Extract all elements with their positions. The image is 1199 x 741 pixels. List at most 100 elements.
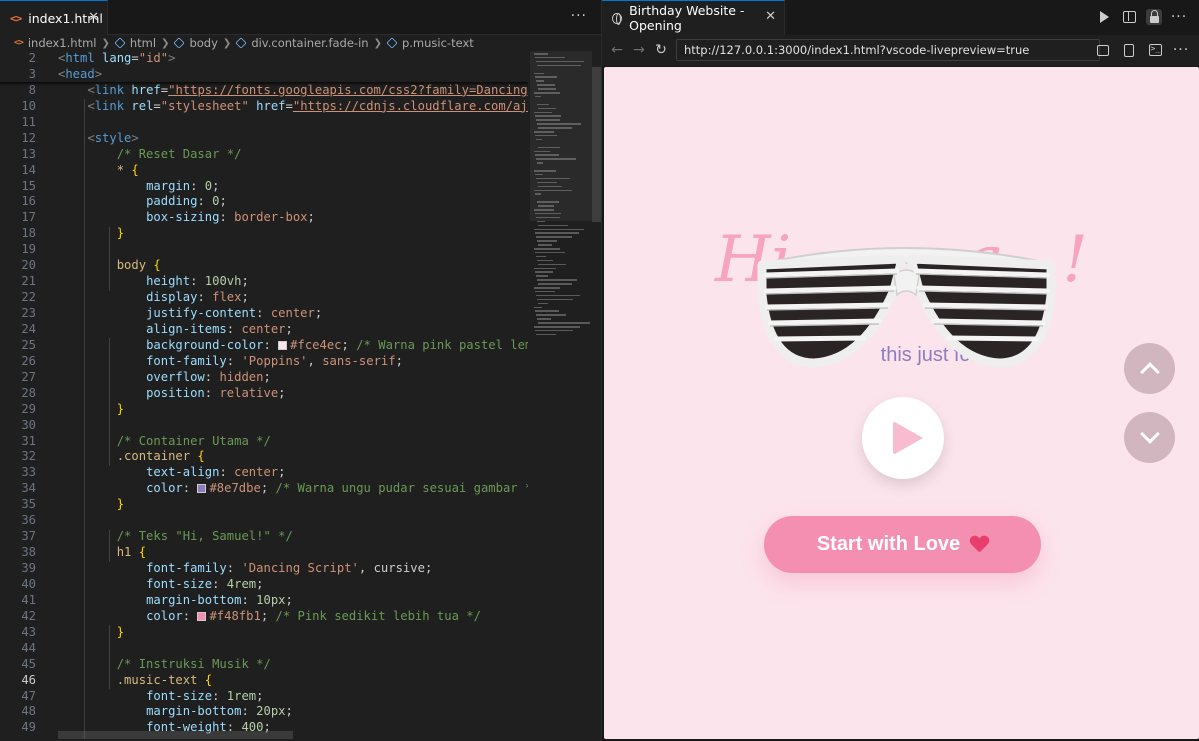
back-arrow-icon[interactable]: ←	[608, 41, 626, 59]
code-line: text-align: center;	[146, 465, 286, 480]
breadcrumb-file[interactable]: <> index1.html	[14, 36, 96, 50]
minimap-line	[534, 150, 550, 152]
chevron-right-icon: ❯	[161, 37, 170, 49]
heart-icon	[970, 536, 988, 553]
minimap-line	[534, 306, 542, 308]
minimap-line	[535, 134, 557, 137]
minimap-line	[535, 56, 565, 59]
forward-arrow-icon[interactable]: →	[630, 41, 648, 59]
minimap-line	[534, 228, 584, 230]
code-area[interactable]: 2 3 8 10 11 12 13 14 15 16 17 18 19 20 21 22 23 24 25 26 27 2…	[0, 51, 601, 741]
editor-tab-index1[interactable]: <> index1.html ✕	[0, 0, 108, 35]
lock-icon[interactable]	[1146, 9, 1162, 25]
minimap-line	[538, 146, 560, 149]
color-swatch[interactable]	[278, 340, 288, 350]
minimap-line	[538, 224, 568, 227]
split-icon[interactable]	[1121, 9, 1137, 25]
code-line: }	[116, 497, 125, 512]
minimap-line	[536, 80, 544, 82]
minimap-line	[538, 107, 556, 110]
browser-tab[interactable]: Birthday Website - Opening ✕	[602, 0, 785, 35]
horizontal-scrollbar[interactable]	[58, 731, 293, 739]
code-line: color: #f48fb1; /* Pink sedikit lebih tu…	[146, 608, 481, 623]
play-icon	[893, 421, 923, 455]
more-actions-icon[interactable]: ···	[1171, 9, 1187, 25]
line-number: 20	[21, 258, 36, 273]
terminal-icon[interactable]: >_	[1147, 42, 1163, 58]
minimap-line	[537, 103, 549, 106]
open-external-icon[interactable]	[1095, 42, 1111, 58]
close-icon[interactable]: ✕	[88, 10, 99, 25]
start-with-love-button[interactable]: Start with Love	[764, 516, 1041, 573]
line-number: 39	[21, 561, 36, 575]
line-number: 33	[21, 465, 36, 480]
line-number: 31	[21, 433, 36, 448]
minimap-line	[535, 95, 541, 98]
code-line: padding: 0;	[146, 194, 227, 209]
vertical-scrollbar[interactable]	[592, 51, 601, 741]
code-line: <link rel="stylesheet" href="https://cdn…	[87, 98, 528, 113]
minimap-line	[538, 244, 552, 246]
minimap-line	[538, 283, 572, 285]
document-icon[interactable]	[1121, 42, 1137, 58]
line-number: 29	[21, 401, 36, 416]
line-number: 26	[21, 353, 36, 368]
line-number: 30	[21, 417, 36, 432]
line-number: 37	[21, 529, 36, 544]
minimap-line	[535, 212, 561, 215]
color-swatch[interactable]	[197, 611, 207, 621]
breadcrumb-label: index1.html	[27, 36, 97, 50]
minimap-line	[536, 333, 556, 336]
minimap-line	[536, 294, 580, 297]
close-icon[interactable]: ✕	[765, 9, 776, 24]
chevron-right-icon: ❯	[373, 37, 382, 49]
more-actions-icon[interactable]: ···	[1173, 42, 1189, 58]
code-line: justify-content: center;	[146, 306, 323, 320]
code-line: font-family: 'Poppins', sans-serif;	[146, 353, 403, 368]
code-line: * {	[116, 162, 139, 177]
color-swatch[interactable]	[197, 484, 207, 494]
run-icon[interactable]	[1096, 9, 1112, 25]
line-number: 38	[21, 545, 36, 560]
browser-tab-label: Birthday Website - Opening	[629, 3, 745, 33]
element-icon	[173, 37, 186, 49]
minimap-line	[538, 263, 566, 266]
minimap-line	[537, 318, 551, 320]
breadcrumb-html[interactable]: html	[114, 36, 157, 50]
scroll-up-button[interactable]	[1124, 343, 1175, 394]
url-input[interactable]: http://127.0.0.1:3000/index1.html?vscode…	[676, 39, 1100, 61]
element-icon	[114, 37, 126, 49]
minimap-line	[536, 216, 560, 219]
shutter-shades-icon	[757, 247, 1056, 368]
line-number: 24	[21, 321, 36, 336]
music-play-button[interactable]	[862, 397, 944, 479]
breadcrumb-label: html	[129, 36, 157, 50]
minimap[interactable]	[530, 51, 592, 741]
line-number: 32	[21, 449, 36, 464]
refresh-icon[interactable]: ↻	[652, 41, 670, 59]
minimap-line	[534, 53, 548, 55]
scroll-down-button[interactable]	[1124, 412, 1175, 463]
breadcrumb-label: p.music-text	[401, 36, 474, 50]
minimap-line	[534, 209, 554, 211]
more-actions-icon[interactable]: ···	[571, 8, 587, 24]
line-number: 41	[21, 592, 36, 607]
code-line: <style>	[87, 130, 139, 145]
line-number: 16	[21, 194, 36, 209]
code-editor: <> index1.html ✕ ··· <> index1.html ❯ htm…	[0, 0, 601, 741]
breadcrumb-container[interactable]: div.container.fade-in	[235, 36, 369, 50]
scrollbar-thumb[interactable]	[592, 67, 601, 222]
code-line: /* Container Utama */	[116, 433, 271, 448]
minimap-line	[534, 326, 580, 328]
line-number: 10	[21, 98, 36, 113]
start-button-label: Start with Love	[816, 533, 961, 555]
line-number: 27	[21, 369, 36, 384]
breadcrumb-body[interactable]: body	[173, 36, 218, 50]
breadcrumb-music-text[interactable]: p.music-text	[386, 36, 474, 50]
line-number: 47	[21, 688, 36, 703]
minimap-line	[537, 298, 573, 301]
code-line: overflow: hidden;	[146, 369, 271, 384]
